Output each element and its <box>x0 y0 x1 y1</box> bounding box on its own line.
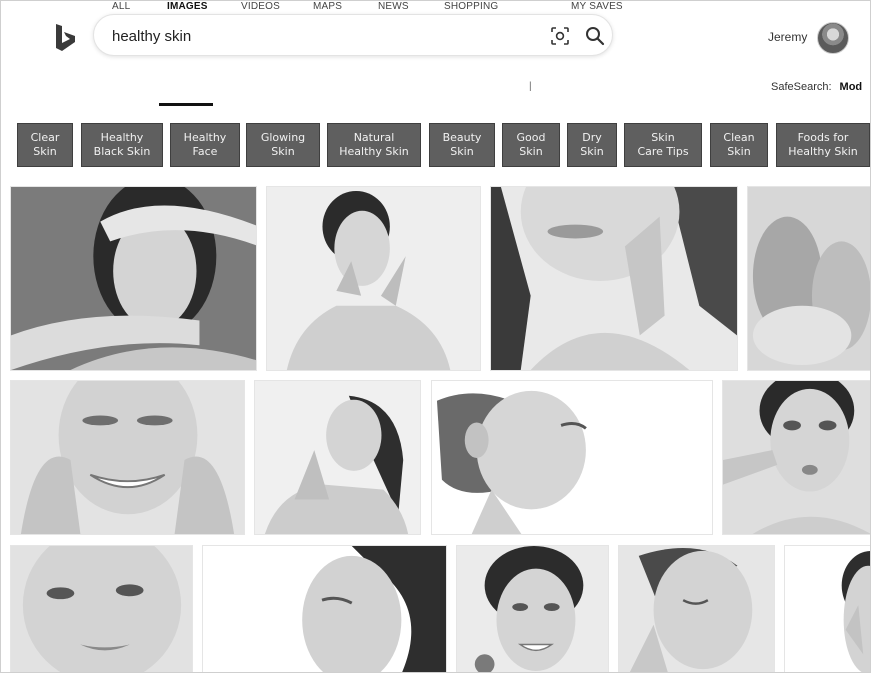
related-chip[interactable]: Glowing Skin <box>246 123 320 167</box>
image-result[interactable] <box>456 545 609 672</box>
avatar[interactable] <box>817 22 849 54</box>
search-box <box>93 14 613 56</box>
portrait-thumbnail <box>11 546 192 672</box>
tab-videos[interactable]: VIDEOS <box>241 1 280 12</box>
portrait-thumbnail <box>785 546 870 672</box>
image-result[interactable] <box>618 545 775 672</box>
related-chip[interactable]: Healthy Face <box>170 123 240 167</box>
portrait-thumbnail <box>11 381 244 534</box>
active-tab-indicator <box>159 103 213 106</box>
tab-all[interactable]: ALL <box>112 1 130 12</box>
portrait-thumbnail <box>457 546 608 672</box>
image-result[interactable] <box>490 186 738 371</box>
search-input[interactable] <box>112 25 512 47</box>
safesearch-value: Mod <box>839 81 863 93</box>
portrait-thumbnail <box>432 381 712 534</box>
tab-maps[interactable]: MAPS <box>313 1 342 12</box>
related-chip[interactable]: Skin Care Tips <box>624 123 702 167</box>
safesearch-toggle[interactable]: SafeSearch: Mod <box>771 81 862 93</box>
image-result[interactable] <box>722 380 870 535</box>
image-result[interactable] <box>10 186 257 371</box>
portrait-thumbnail <box>267 187 480 370</box>
safesearch-label: SafeSearch: <box>771 81 832 93</box>
tab-images[interactable]: IMAGES <box>167 1 208 12</box>
portrait-thumbnail <box>748 187 870 370</box>
image-result[interactable] <box>431 380 713 535</box>
image-result[interactable] <box>784 545 870 672</box>
bing-images-page: Jeremy ALL IMAGES VIDEOS MAPS NEWS SHOPP… <box>0 0 871 673</box>
image-result[interactable] <box>266 186 481 371</box>
related-chip[interactable]: Dry Skin <box>567 123 617 167</box>
image-result[interactable] <box>747 186 870 371</box>
image-result[interactable] <box>254 380 421 535</box>
tab-news[interactable]: NEWS <box>378 1 409 12</box>
portrait-thumbnail <box>491 187 737 370</box>
image-result[interactable] <box>202 545 447 672</box>
visual-search-icon[interactable] <box>550 26 570 46</box>
related-chip[interactable]: Healthy Black Skin <box>81 123 163 167</box>
image-result[interactable] <box>10 545 193 672</box>
portrait-thumbnail <box>203 546 446 672</box>
portrait-thumbnail <box>619 546 774 672</box>
related-chip[interactable]: Natural Healthy Skin <box>327 123 421 167</box>
user-name[interactable]: Jeremy <box>768 30 807 44</box>
nav-separator: | <box>529 81 532 92</box>
portrait-thumbnail <box>11 187 256 370</box>
related-chip[interactable]: Clean Skin <box>710 123 768 167</box>
related-chip[interactable]: Beauty Skin <box>429 123 495 167</box>
tab-my-saves[interactable]: MY SAVES <box>571 1 623 12</box>
related-chip[interactable]: Good Skin <box>502 123 560 167</box>
tab-shopping[interactable]: SHOPPING <box>444 1 498 12</box>
portrait-thumbnail <box>723 381 870 534</box>
related-chip[interactable]: Clear Skin <box>17 123 73 167</box>
related-chip[interactable]: Foods for Healthy Skin <box>776 123 870 167</box>
bing-logo-icon[interactable] <box>53 23 79 53</box>
image-result[interactable] <box>10 380 245 535</box>
portrait-thumbnail <box>255 381 420 534</box>
search-icon[interactable] <box>584 25 606 47</box>
